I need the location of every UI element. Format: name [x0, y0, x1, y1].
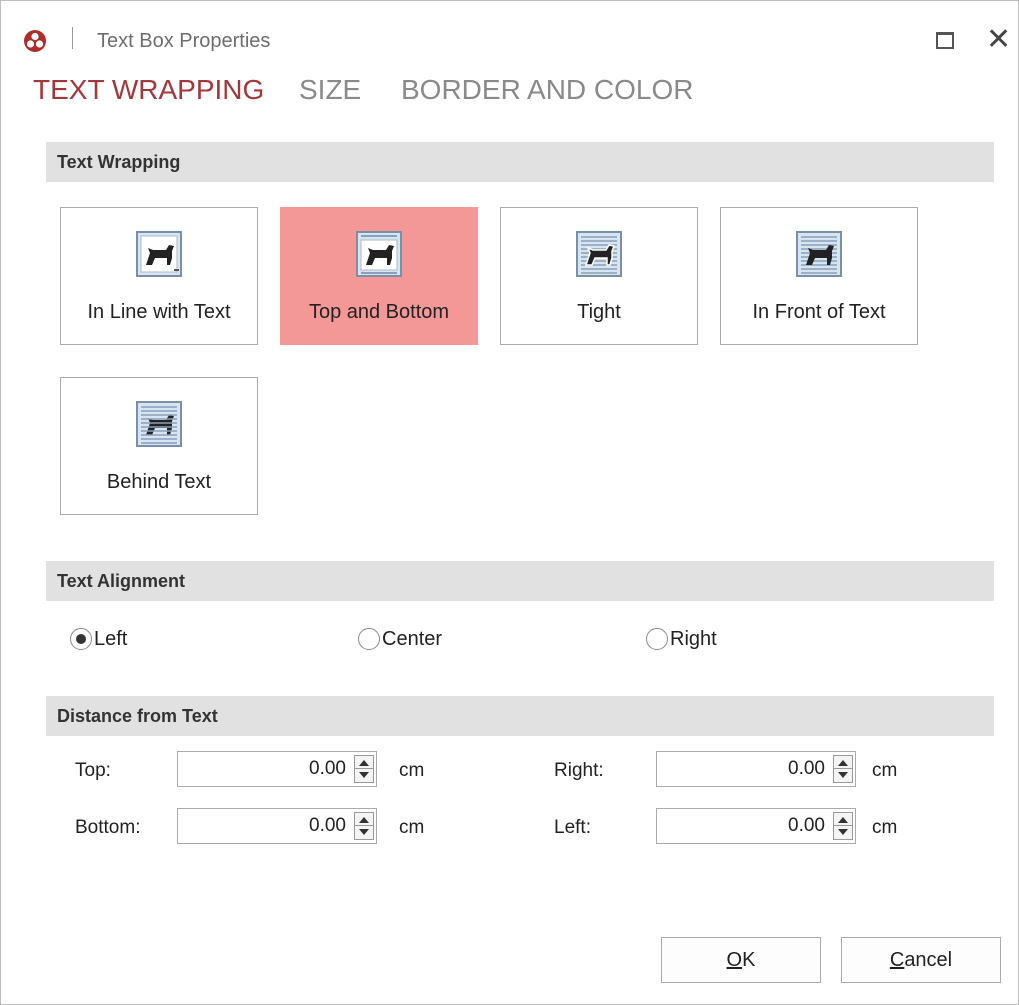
cancel-mnemonic: C	[889, 949, 905, 971]
wrap-option-in-front[interactable]: In Front of Text	[720, 207, 918, 345]
tab-size[interactable]: SIZE	[299, 74, 361, 106]
section-title: Text Wrapping	[57, 152, 181, 172]
radio-align-right[interactable]: Right	[646, 625, 717, 653]
spin-arrows[interactable]	[354, 755, 374, 783]
in-front-wrap-icon	[796, 231, 842, 277]
tab-border-and-color[interactable]: BORDER AND COLOR	[401, 74, 694, 106]
inline-wrap-icon	[136, 231, 182, 277]
right-spinner[interactable]: 0.00	[656, 751, 856, 787]
text-alignment-header: Text Alignment	[46, 561, 994, 601]
spin-arrows[interactable]	[833, 755, 853, 783]
top-unit: cm	[399, 760, 425, 781]
wrap-option-behind[interactable]: Behind Text	[60, 377, 258, 515]
radio-align-left[interactable]: Left	[70, 625, 127, 653]
app-logo-icon	[24, 30, 46, 52]
title-bar: Text Box Properties ✕	[1, 1, 1018, 61]
left-unit: cm	[872, 817, 898, 838]
text-wrapping-header: Text Wrapping	[46, 142, 994, 182]
tile-label: Top and Bottom	[308, 301, 450, 323]
ok-mnemonic: O	[726, 949, 743, 971]
top-spinner[interactable]: 0.00	[177, 751, 377, 787]
left-spinner[interactable]: 0.00	[656, 808, 856, 844]
radio-align-center[interactable]: Center	[358, 625, 442, 653]
bottom-label: Bottom:	[75, 817, 141, 838]
tile-label: In Line with Text	[87, 301, 231, 323]
cancel-label-rest: ancel	[904, 949, 953, 971]
close-icon[interactable]: ✕	[986, 25, 1011, 55]
right-label: Right:	[554, 760, 604, 781]
radio-label: Right	[670, 627, 717, 650]
radio-label: Center	[382, 627, 443, 650]
radio-circle[interactable]	[358, 628, 380, 650]
spin-arrows[interactable]	[354, 812, 374, 840]
tile-label: Tight	[577, 301, 621, 323]
text-box-properties-dialog: Text Box Properties ✕ TEXT WRAPPING SIZE…	[0, 0, 1019, 1005]
wrap-option-top-and-bottom[interactable]: Top and Bottom	[280, 207, 478, 345]
cancel-button[interactable]: Cancel	[841, 937, 1001, 983]
radio-circle[interactable]	[70, 628, 92, 650]
window-title: Text Box Properties	[97, 30, 271, 52]
ok-button[interactable]: OK	[661, 937, 821, 983]
tight-wrap-icon	[576, 231, 622, 277]
radio-label: Left	[94, 627, 128, 650]
bottom-spinner[interactable]: 0.00	[177, 808, 377, 844]
bottom-unit: cm	[399, 817, 425, 838]
wrap-option-inline[interactable]: In Line with Text	[60, 207, 258, 345]
maximize-icon[interactable]	[936, 32, 954, 49]
top-label: Top:	[75, 760, 111, 781]
spin-arrows[interactable]	[833, 812, 853, 840]
section-title: Text Alignment	[57, 571, 186, 591]
left-value[interactable]: 0.00	[788, 815, 825, 837]
tile-label: Behind Text	[106, 471, 212, 493]
section-title: Distance from Text	[57, 706, 218, 726]
tile-label: In Front of Text	[752, 301, 886, 323]
distance-from-text-header: Distance from Text	[46, 696, 994, 736]
behind-wrap-icon	[136, 401, 182, 447]
top-bottom-wrap-icon	[356, 231, 402, 277]
bottom-value[interactable]: 0.00	[309, 815, 346, 837]
ok-label-rest: K	[742, 949, 756, 971]
right-unit: cm	[872, 760, 898, 781]
title-separator	[72, 27, 73, 49]
top-value[interactable]: 0.00	[309, 758, 346, 780]
left-label: Left:	[554, 817, 591, 838]
radio-circle[interactable]	[646, 628, 668, 650]
tab-text-wrapping[interactable]: TEXT WRAPPING	[33, 74, 264, 106]
wrap-option-tight[interactable]: Tight	[500, 207, 698, 345]
right-value[interactable]: 0.00	[788, 758, 825, 780]
